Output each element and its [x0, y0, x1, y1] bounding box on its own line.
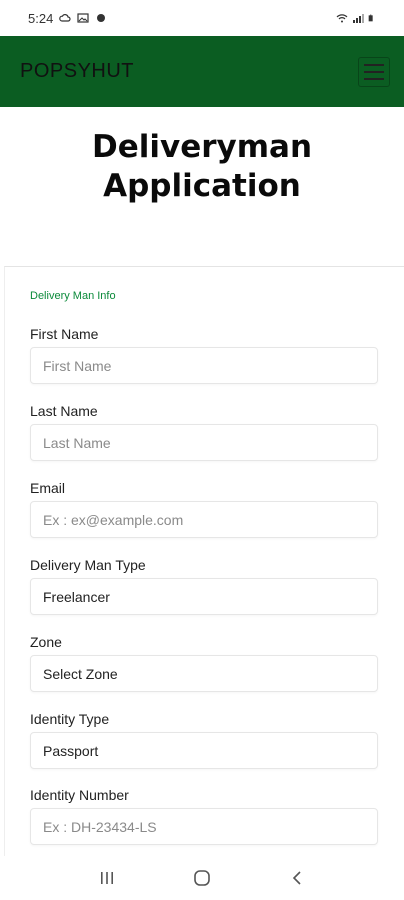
zone-select[interactable]: Select Zone [30, 655, 378, 692]
first-name-input[interactable]: First Name [30, 347, 378, 384]
application-form-card: Delivery Man Info First Name First Name … [4, 266, 404, 856]
battery-icon [368, 14, 373, 22]
page-title-line1: Deliveryman [91, 129, 313, 165]
menu-icon-line [364, 63, 384, 66]
status-left: 5:24 [28, 11, 107, 26]
signal-icon [353, 14, 364, 23]
identity-number-label: Identity Number [30, 787, 129, 803]
identity-number-input[interactable]: Ex : DH-23434-LS [30, 808, 378, 845]
menu-icon-line [364, 70, 384, 73]
app-icon [97, 14, 106, 22]
first-name-label: First Name [30, 326, 99, 342]
email-label: Email [30, 480, 66, 496]
page-title-line2: Application [103, 168, 301, 204]
brand-logo[interactable]: POPSYHUT [20, 60, 134, 83]
recent-apps-button[interactable] [92, 863, 122, 893]
status-right [336, 13, 376, 23]
wifi-icon [336, 14, 348, 23]
back-button[interactable] [282, 863, 312, 893]
last-name-label: Last Name [30, 403, 98, 419]
delivery-man-type-select[interactable]: Freelancer [30, 578, 378, 615]
last-name-input[interactable]: Last Name [30, 424, 378, 461]
top-navbar: POPSYHUT [0, 36, 404, 107]
status-bar: 5:24 [0, 0, 404, 36]
cloud-icon [59, 14, 71, 22]
recent-apps-icon [101, 872, 114, 884]
system-navigation-bar [0, 856, 404, 900]
status-time: 5:24 [28, 10, 54, 26]
home-button[interactable] [187, 863, 217, 893]
back-icon [292, 871, 301, 885]
zone-label: Zone [30, 634, 62, 650]
image-icon [77, 13, 89, 23]
delivery-man-type-label: Delivery Man Type [30, 557, 146, 573]
identity-type-label: Identity Type [30, 711, 110, 727]
section-label: Delivery Man Info [30, 290, 116, 302]
email-input[interactable]: Ex : ex@example.com [30, 501, 378, 538]
menu-icon-line [364, 77, 384, 80]
page-title: Deliveryman Application [0, 128, 404, 206]
identity-type-select[interactable]: Passport [30, 732, 378, 769]
hamburger-menu-button[interactable] [358, 56, 390, 87]
home-icon [194, 870, 210, 886]
